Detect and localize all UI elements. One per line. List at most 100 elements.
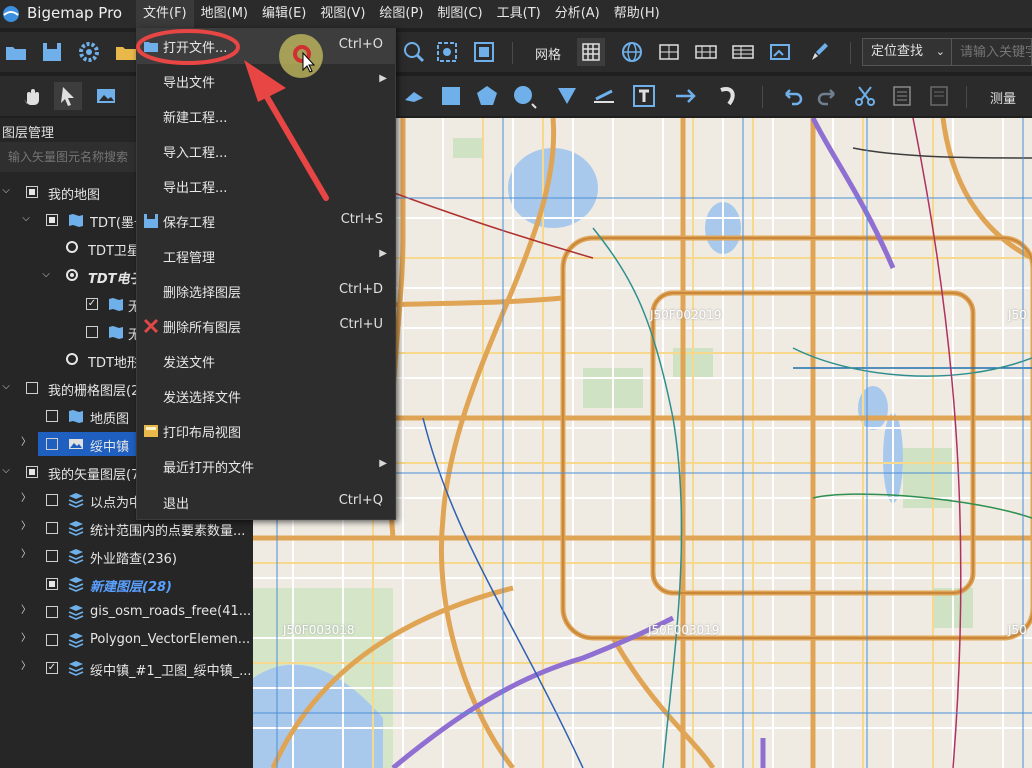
layer-checkbox[interactable]	[46, 410, 58, 422]
layer-checkbox[interactable]	[26, 466, 38, 478]
layer-checkbox[interactable]	[86, 326, 98, 338]
expand-arrow-icon[interactable]: 〉	[20, 661, 32, 673]
layer-radio[interactable]	[66, 353, 78, 365]
layer-radio-selected[interactable]	[66, 269, 78, 281]
tree-row-vector-5[interactable]: 〉 gis_osm_roads_free(41...	[0, 598, 253, 626]
measure-label[interactable]: 测量	[990, 88, 1016, 107]
layer-radio[interactable]	[66, 241, 78, 253]
expand-arrow-icon[interactable]: 〉	[20, 633, 32, 645]
expand-arrow-icon[interactable]: 〉	[20, 521, 32, 533]
brush-icon[interactable]	[805, 38, 833, 66]
menu-item-label: 导入工程...	[163, 146, 228, 161]
layer-checkbox[interactable]	[46, 550, 58, 562]
layer-checkbox[interactable]	[46, 634, 58, 646]
grid-sheet-2-icon[interactable]	[692, 38, 720, 66]
menu-item-save-project[interactable]: 保存工程 Ctrl+S	[137, 204, 395, 239]
layer-checkbox[interactable]	[46, 494, 58, 506]
menu-item-label: 退出	[163, 497, 190, 512]
export-image-icon[interactable]	[766, 38, 794, 66]
draw-rectangle-icon[interactable]	[437, 82, 465, 110]
menu-item-new-project[interactable]: 新建工程...	[137, 99, 395, 134]
open-folder-icon[interactable]	[2, 38, 30, 66]
draw-circle-icon[interactable]	[510, 82, 538, 110]
tree-row-vector-7[interactable]: 〉 ✓ 绥中镇_#1_卫图_绥中镇_...	[0, 654, 253, 682]
attribute-table-icon[interactable]	[888, 82, 916, 110]
layer-checkbox[interactable]	[46, 522, 58, 534]
menu-item-delete-all-layers[interactable]: 删除所有图层 Ctrl+U	[137, 309, 395, 344]
layer-checkbox[interactable]	[46, 606, 58, 618]
menu-item-send-file[interactable]: 发送文件	[137, 344, 395, 379]
collapse-arrow-icon[interactable]: ⌵	[0, 185, 12, 197]
menu-item-delete-selected-layer[interactable]: 删除选择图层 Ctrl+D	[137, 274, 395, 309]
vector-stack-icon	[68, 521, 84, 536]
tree-row-vector-4[interactable]: 新建图层(28)	[0, 570, 253, 598]
full-extent-icon[interactable]	[470, 38, 498, 66]
tree-label: 以点为中心	[90, 496, 138, 511]
pan-hand-icon[interactable]	[18, 82, 46, 110]
globe-icon[interactable]	[618, 38, 646, 66]
zoom-layer-icon[interactable]	[433, 38, 461, 66]
layer-checkbox[interactable]	[46, 214, 58, 226]
tree-row-vector-3[interactable]: 〉 外业踏查(236)	[0, 542, 253, 570]
search-input[interactable]	[952, 38, 1032, 66]
menu-item-export-project[interactable]: 导出工程...	[137, 169, 395, 204]
search-mode-select[interactable]: 定位查找 ⌄	[862, 38, 952, 66]
shortcut-label: Ctrl+O	[338, 37, 383, 52]
menu-cartography[interactable]: 制图(C)	[430, 0, 489, 28]
menu-item-exit[interactable]: 退出 Ctrl+Q	[137, 485, 395, 520]
menu-map[interactable]: 地图(M)	[194, 0, 255, 28]
menu-item-open-file[interactable]: 打开文件... Ctrl+O	[137, 29, 395, 64]
menu-analysis[interactable]: 分析(A)	[548, 0, 607, 28]
expand-arrow-icon[interactable]: 〉	[20, 493, 32, 505]
menu-edit[interactable]: 编辑(E)	[255, 0, 313, 28]
menu-item-recent-files[interactable]: 最近打开的文件 ▶	[137, 449, 395, 484]
draw-polyline-icon[interactable]	[400, 82, 428, 110]
save-icon[interactable]	[38, 38, 66, 66]
expand-arrow-icon[interactable]: 〉	[20, 437, 32, 449]
menu-item-import-project[interactable]: 导入工程...	[137, 134, 395, 169]
draw-measure-line-icon[interactable]	[590, 82, 618, 110]
layer-checkbox[interactable]	[46, 578, 58, 590]
cut-scissors-icon[interactable]	[851, 82, 879, 110]
menu-help[interactable]: 帮助(H)	[607, 0, 667, 28]
collapse-arrow-icon[interactable]: ⌵	[0, 381, 12, 393]
tree-row-vector-6[interactable]: 〉 Polygon_VectorElemen...	[0, 626, 253, 654]
menu-item-send-selected-file[interactable]: 发送选择文件	[137, 379, 395, 414]
collapse-arrow-icon[interactable]: ⌵	[40, 269, 52, 281]
settings-gear-icon[interactable]	[75, 38, 103, 66]
menu-item-project-manager[interactable]: 工程管理 ▶	[137, 239, 395, 274]
layer-checkbox[interactable]	[46, 438, 58, 450]
grid-sheet-3-icon[interactable]	[729, 38, 757, 66]
image-layer-icon	[69, 439, 83, 449]
menu-tools[interactable]: 工具(T)	[490, 0, 548, 28]
map-layer-icon	[109, 298, 123, 311]
redo-icon[interactable]	[814, 82, 842, 110]
select-arrow-icon[interactable]	[54, 82, 82, 110]
layer-checkbox-checked[interactable]: ✓	[46, 662, 58, 674]
menu-file[interactable]: 文件(F)	[136, 0, 194, 28]
menu-view[interactable]: 视图(V)	[313, 0, 372, 28]
collapse-arrow-icon[interactable]: ⌵	[20, 213, 32, 225]
undo-icon[interactable]	[778, 82, 806, 110]
draw-polygon-icon[interactable]	[473, 82, 501, 110]
shortcut-label: Ctrl+U	[339, 317, 383, 332]
expand-arrow-icon[interactable]: 〉	[20, 605, 32, 617]
grid-icon[interactable]	[577, 38, 605, 66]
layer-checkbox[interactable]	[26, 186, 38, 198]
collapse-arrow-icon[interactable]: ⌵	[0, 465, 12, 477]
select-image-icon[interactable]	[92, 82, 120, 110]
menu-item-export-file[interactable]: 导出文件 ▶	[137, 64, 395, 99]
menu-draw[interactable]: 绘图(P)	[372, 0, 430, 28]
tree-label: 地质图	[90, 412, 130, 427]
draw-arrow-icon[interactable]	[672, 82, 700, 110]
attribute-list-icon[interactable]	[925, 82, 953, 110]
layer-checkbox-checked[interactable]: ✓	[86, 298, 98, 310]
draw-marker-icon[interactable]	[553, 82, 581, 110]
menu-item-print-layout[interactable]: 打印布局视图	[137, 414, 395, 449]
grid-sheet-icon[interactable]	[655, 38, 683, 66]
draw-curve-icon[interactable]	[715, 82, 743, 110]
layer-checkbox[interactable]	[26, 382, 38, 394]
zoom-extent-icon[interactable]	[400, 38, 428, 66]
draw-text-icon[interactable]	[630, 82, 658, 110]
expand-arrow-icon[interactable]: 〉	[20, 549, 32, 561]
